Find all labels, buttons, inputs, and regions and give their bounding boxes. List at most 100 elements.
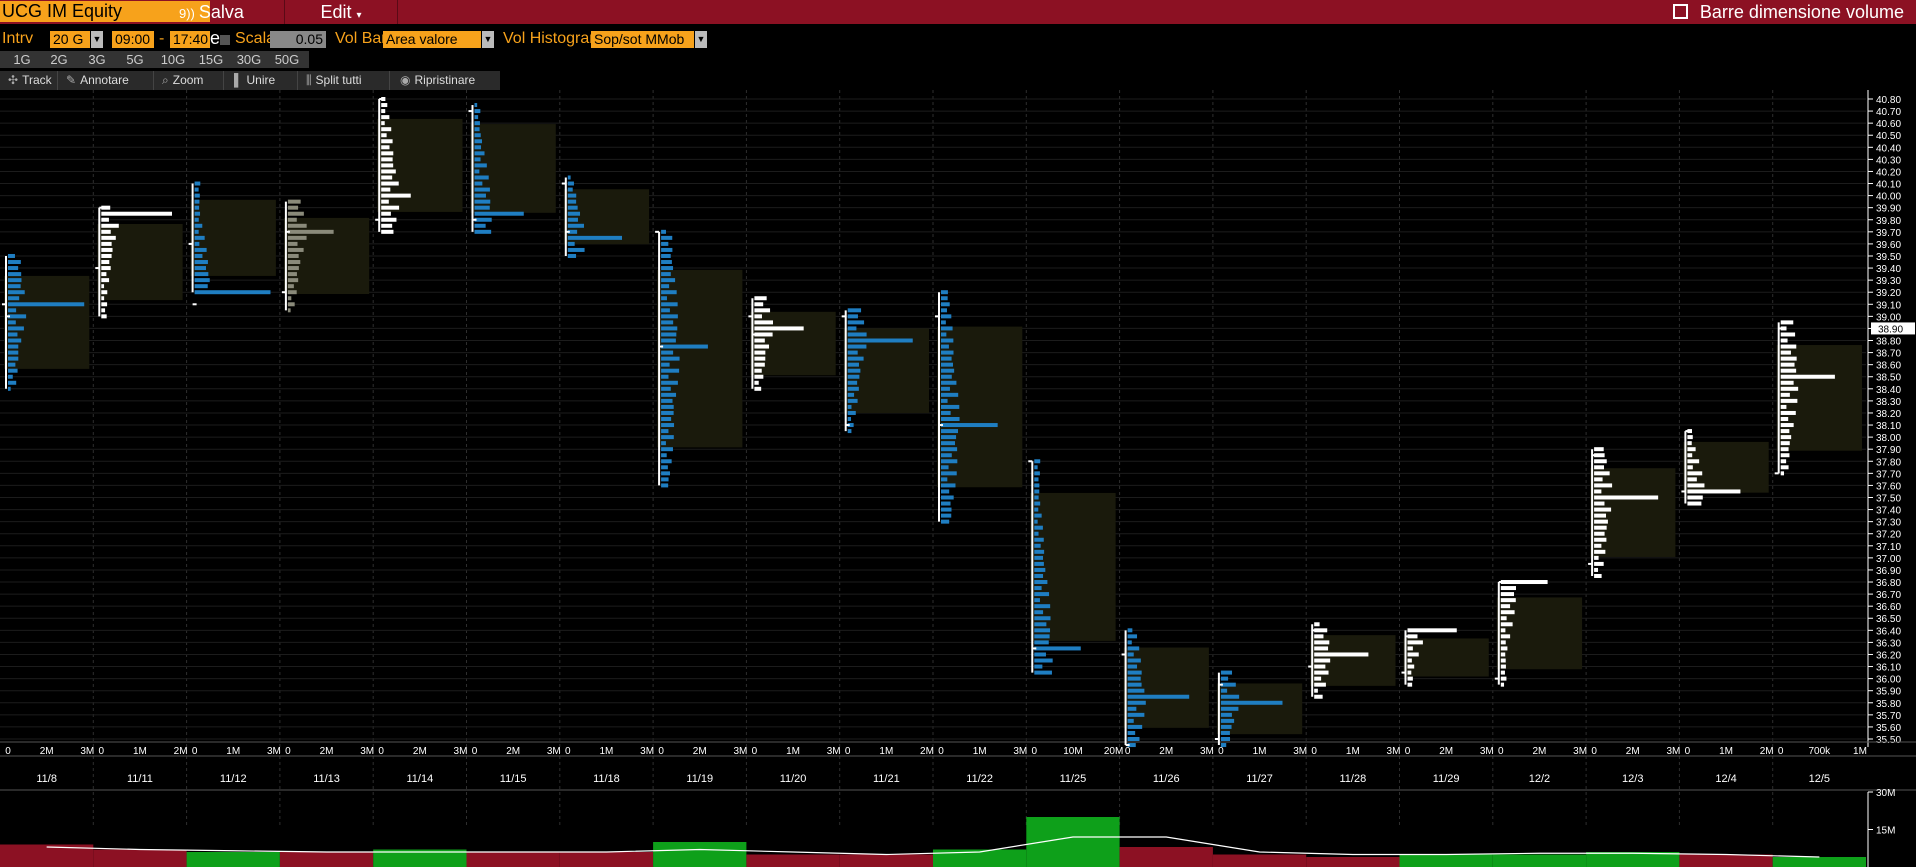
profile-bar <box>1034 652 1046 657</box>
profile-bar <box>567 199 577 204</box>
start-time-field[interactable]: 09:00 <box>112 31 154 48</box>
profile-bar <box>1314 634 1324 639</box>
profile-bar <box>1127 730 1136 735</box>
profile-bar <box>1407 646 1413 651</box>
profile-bar <box>941 344 949 349</box>
volume-bar <box>186 852 280 867</box>
profile-bar <box>287 199 301 204</box>
volume-tick-label: 0 <box>1218 746 1224 757</box>
vol-bar-dropdown-icon[interactable]: ▼ <box>482 31 494 48</box>
vol-histogram-dropdown-icon[interactable]: ▼ <box>695 31 707 48</box>
profile-bar <box>941 326 953 331</box>
profile-bar <box>474 217 492 222</box>
save-as-button[interactable]: 9))Salva come <box>176 0 285 48</box>
scala-checkbox[interactable] <box>220 35 230 45</box>
profile-bar <box>941 423 998 428</box>
profile-bar <box>847 314 858 319</box>
profile-bar <box>1220 706 1239 711</box>
end-time-field[interactable]: 17:40 <box>170 31 210 48</box>
profile-bar <box>1687 459 1700 464</box>
volume-tick-label: 1M <box>226 746 240 757</box>
profile-bar <box>381 127 392 132</box>
volume-tick-label: 0 <box>378 746 384 757</box>
profile-bar <box>1127 628 1133 633</box>
intrv-dropdown-icon[interactable]: ▼ <box>91 31 103 48</box>
vol-bar-select[interactable]: Area valore <box>383 31 481 48</box>
profile-bar <box>1500 664 1506 669</box>
profile-bar <box>661 477 669 482</box>
profile-bar <box>1780 368 1797 373</box>
volume-bars-label: Barre dimensione volume <box>1699 2 1904 22</box>
market-profile-chart[interactable]: 40.8040.7040.6040.5040.4040.3040.20 40.10… <box>0 90 1916 867</box>
volume-tick-label: 2M <box>1532 746 1546 757</box>
profile-bar <box>941 447 958 452</box>
profile-bar <box>474 127 480 132</box>
profile-bar <box>847 332 867 337</box>
profile-bar <box>847 362 859 367</box>
profile-bar <box>287 290 297 295</box>
price-axis-label: 39.80 <box>1876 216 1901 227</box>
volume-tick-label: 700k <box>1809 746 1832 757</box>
profile-bar <box>1314 682 1326 687</box>
profile-bar <box>287 247 304 252</box>
profile-bar <box>1780 356 1797 361</box>
volume-bars-button[interactable]: Barre dimensione volume <box>1672 0 1904 24</box>
day-profile-11-28: 0 1M 3M 11/28 <box>1308 622 1400 785</box>
price-axis-label: 36.30 <box>1876 638 1901 649</box>
profile-bar <box>1594 483 1613 488</box>
date-label: 11/20 <box>780 773 807 785</box>
profile-bar <box>101 302 108 307</box>
volume-tick-label: 1M <box>1253 746 1267 757</box>
profile-bar <box>8 356 19 361</box>
profile-bar <box>1127 682 1142 687</box>
annotate-button[interactable]: ✎ Annotare <box>58 71 154 90</box>
date-label: 11/26 <box>1153 773 1180 785</box>
split-all-button[interactable]: ⫼ Split tutti <box>298 71 390 90</box>
day-profile-12-3: 0 2M 3M 12/3 <box>1588 447 1680 785</box>
profile-bar <box>567 247 585 252</box>
track-button[interactable]: ✣ Track <box>0 71 58 90</box>
volume-tick-label: 0 <box>1311 746 1317 757</box>
merge-button[interactable]: ▌ Unire <box>224 71 298 90</box>
profile-bar <box>941 296 948 301</box>
profile-bar <box>1780 374 1835 379</box>
profile-bar <box>1500 580 1548 585</box>
profile-bar <box>754 302 764 307</box>
scala-field[interactable]: 0.05 <box>270 31 326 48</box>
external-link-icon <box>1672 4 1688 19</box>
profile-bar <box>661 423 675 428</box>
profile-bar <box>941 380 957 385</box>
profile-bar <box>1220 724 1232 729</box>
profile-bar <box>8 308 17 313</box>
profile-bar <box>1687 495 1703 500</box>
reset-button[interactable]: ◉ Ripristinare <box>390 71 500 90</box>
profile-bar <box>381 217 397 222</box>
volume-tick-label: 0 <box>99 746 105 757</box>
period-button-50g[interactable]: 50G <box>265 51 309 68</box>
profile-bar <box>1407 628 1457 633</box>
intrv-select[interactable]: 20 G <box>50 31 90 48</box>
profile-bar <box>661 296 667 301</box>
zoom-button[interactable]: ⌕ Zoom <box>154 71 224 90</box>
profile-bar <box>101 278 110 283</box>
edit-menu-button[interactable]: Edit ▾ <box>285 0 398 24</box>
profile-bar <box>661 314 678 319</box>
profile-bar <box>101 284 105 289</box>
price-axis-label: 39.40 <box>1876 264 1901 275</box>
profile-bar <box>1314 622 1320 627</box>
volume-tick-label: 1M <box>879 746 893 757</box>
profile-bar <box>661 266 674 271</box>
profile-bar <box>1687 489 1741 494</box>
vol-histogram-select[interactable]: Sop/sot MMob <box>591 31 694 48</box>
profile-bar <box>567 211 581 216</box>
profile-bar <box>847 410 856 415</box>
volume-tick-label: 0 <box>1125 746 1131 757</box>
profile-bar <box>1500 622 1513 627</box>
price-axis-label: 39.20 <box>1876 288 1901 299</box>
profile-bar <box>661 374 669 379</box>
profile-bar <box>754 320 774 325</box>
profile-bar <box>1500 682 1505 687</box>
profile-bar <box>661 356 680 361</box>
profile-bar <box>1500 616 1507 621</box>
profile-bar <box>941 392 959 397</box>
